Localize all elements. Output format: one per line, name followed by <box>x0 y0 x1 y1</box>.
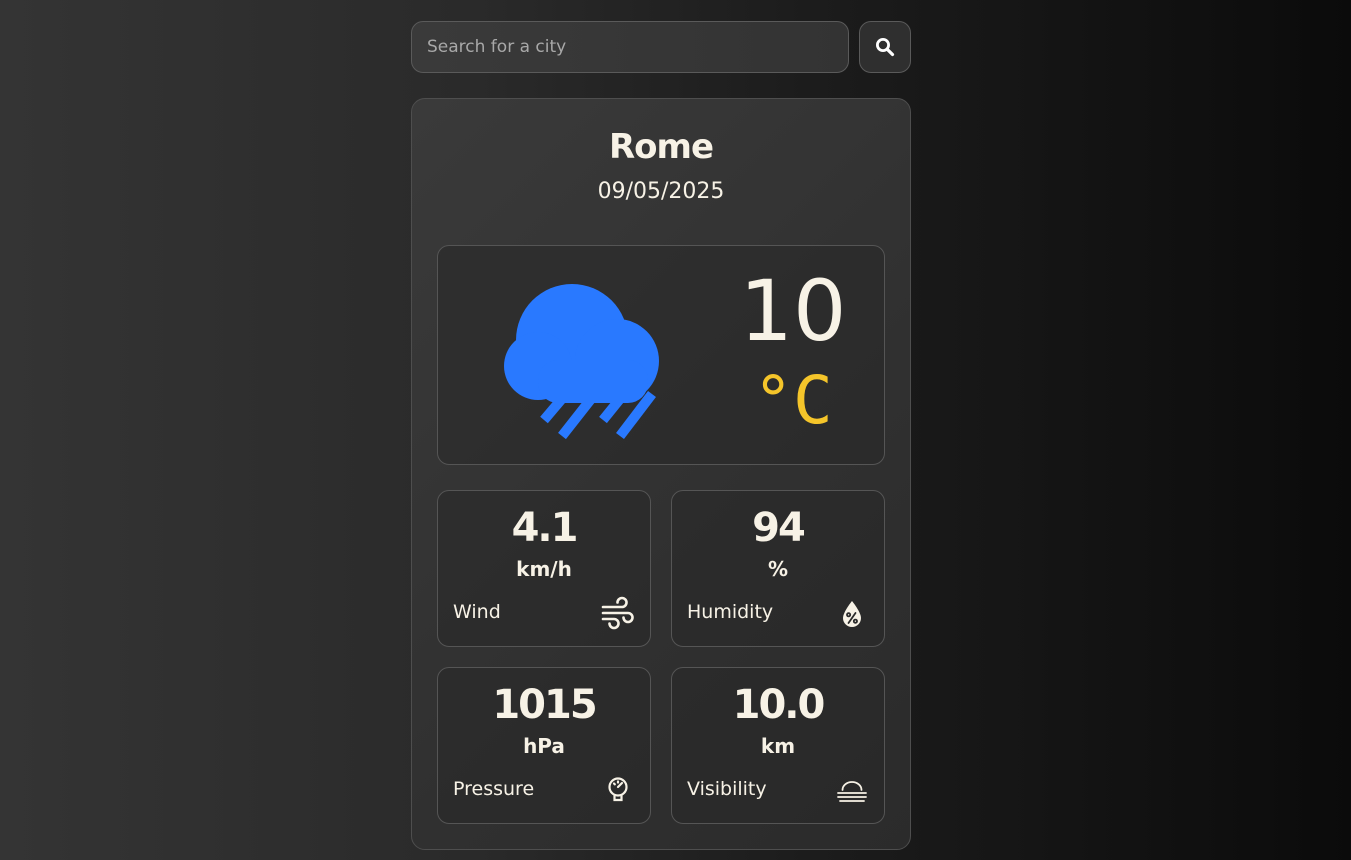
search-button[interactable] <box>859 21 911 73</box>
weather-card: Rome 09/05/2025 10 °C 4.1 km/h Wind 94 %… <box>411 98 911 850</box>
cloud-rain-icon <box>504 284 659 440</box>
city-name: Rome <box>608 127 714 167</box>
pressure-label: Pressure <box>453 778 535 800</box>
search-icon <box>876 38 895 57</box>
current-conditions-panel: 10 °C <box>437 245 885 465</box>
humidity-label: Humidity <box>687 601 774 623</box>
search-input[interactable] <box>411 21 849 73</box>
search-bar <box>411 21 911 73</box>
visibility-label: Visibility <box>687 778 767 800</box>
humidity-drop-icon <box>843 601 861 627</box>
wind-value: 4.1 <box>511 505 579 551</box>
temperature-unit: °C <box>753 362 833 439</box>
humidity-card: 94 % Humidity <box>671 490 885 647</box>
pressure-value: 1015 <box>492 682 597 728</box>
visibility-card: 10.0 km Visibility <box>671 667 885 824</box>
temperature-value: 10 <box>739 262 847 360</box>
wind-label: Wind <box>453 601 501 623</box>
pressure-card: 1015 hPa Pressure <box>437 667 651 824</box>
pressure-unit: hPa <box>523 734 565 758</box>
wind-card: 4.1 km/h Wind <box>437 490 651 647</box>
wind-icon <box>601 596 634 630</box>
visibility-value: 10.0 <box>732 682 826 728</box>
visibility-unit: km <box>760 734 796 758</box>
current-date: 09/05/2025 <box>597 179 725 204</box>
wind-unit: km/h <box>516 557 572 581</box>
humidity-unit: % <box>767 557 789 581</box>
gauge-icon <box>608 777 628 802</box>
humidity-value: 94 <box>752 505 806 551</box>
fog-icon <box>837 781 867 802</box>
